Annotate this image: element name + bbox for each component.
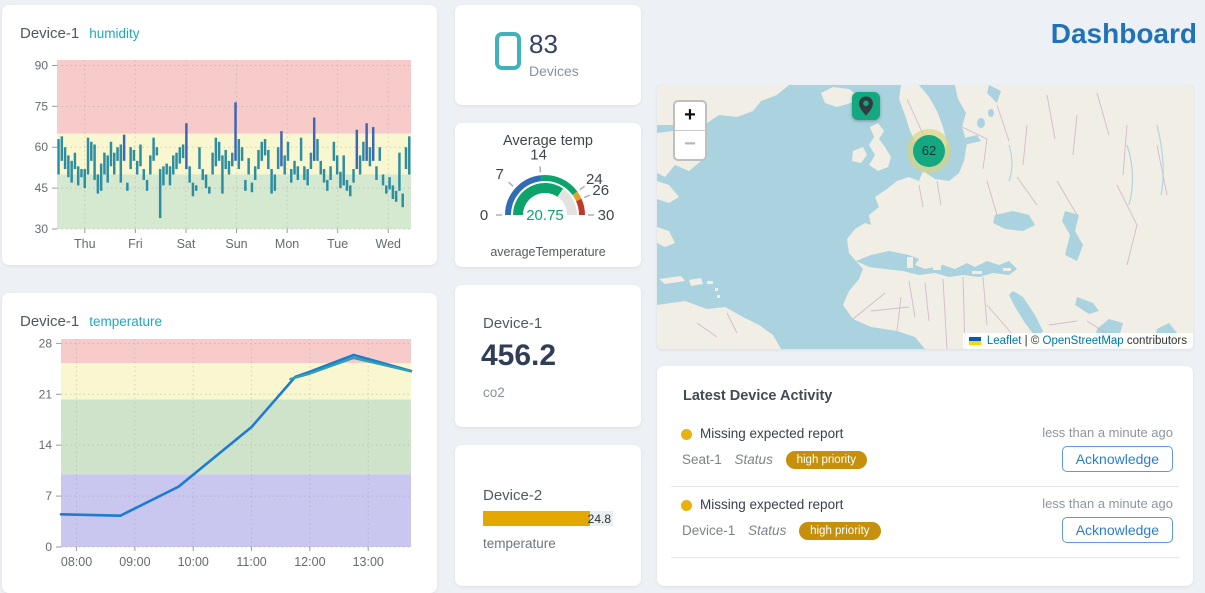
svg-text:Sat: Sat bbox=[177, 237, 196, 251]
co2-value-card: Device-1 456.2 co2 bbox=[455, 285, 641, 427]
alarm-time: less than a minute ago bbox=[1042, 425, 1173, 440]
svg-text:7: 7 bbox=[495, 166, 503, 183]
alarm-status-label: Status bbox=[748, 523, 786, 538]
zoom-in-button[interactable]: + bbox=[675, 102, 705, 130]
svg-text:45: 45 bbox=[35, 181, 49, 195]
device-tablet-icon bbox=[495, 32, 521, 70]
humidity-chart-card: Device-1 humidity 30 45 60 75 90 Thu Fri Sat Sun M… bbox=[2, 5, 437, 265]
device2-key-label: temperature bbox=[483, 536, 556, 551]
temperature-card-title: Device-1 temperature bbox=[20, 313, 162, 330]
co2-device-name: Device-1 bbox=[483, 315, 542, 332]
openstreetmap-link[interactable]: OpenStreetMap bbox=[1043, 335, 1124, 347]
row-divider bbox=[671, 486, 1179, 487]
svg-text:Fri: Fri bbox=[128, 237, 143, 251]
svg-text:7: 7 bbox=[45, 489, 52, 503]
svg-text:Wed: Wed bbox=[376, 237, 402, 251]
cluster-count: 62 bbox=[913, 135, 945, 167]
alarm-status-label: Status bbox=[735, 452, 773, 467]
series-label-humidity: humidity bbox=[89, 26, 139, 41]
temperature-chart: 0 7 14 21 28 08:00 09:00 10:00 11:00 12:00 13:00 bbox=[2, 333, 437, 586]
gauge-title: Average temp bbox=[455, 133, 641, 149]
svg-text:0: 0 bbox=[45, 540, 52, 554]
svg-text:0: 0 bbox=[480, 207, 488, 224]
dashboard-page: Device-1 humidity 30 45 60 75 90 Thu Fri Sat Sun M… bbox=[0, 0, 1205, 593]
svg-text:26: 26 bbox=[592, 182, 609, 199]
gauge-key-label: averageTemperature bbox=[455, 245, 641, 259]
severity-badge: high priority bbox=[786, 451, 867, 469]
svg-text:20.75: 20.75 bbox=[526, 207, 564, 224]
svg-text:08:00: 08:00 bbox=[61, 555, 92, 569]
map-marker-pin[interactable] bbox=[852, 92, 880, 120]
acknowledge-button[interactable]: Acknowledge bbox=[1062, 446, 1173, 472]
activity-row: Missing expected report less than a minu… bbox=[657, 489, 1193, 559]
device-map[interactable]: + − 62 Leaflet | © OpenStreetMap contrib… bbox=[657, 85, 1193, 349]
ukraine-flag-icon bbox=[969, 337, 981, 345]
svg-text:Mon: Mon bbox=[275, 237, 299, 251]
svg-text:28: 28 bbox=[39, 336, 53, 350]
svg-text:09:00: 09:00 bbox=[119, 555, 150, 569]
zoom-out-button[interactable]: − bbox=[675, 130, 705, 159]
device2-bar-fill bbox=[483, 511, 590, 526]
alarm-device-name: Seat-1 bbox=[682, 452, 722, 467]
devices-count: 83 bbox=[529, 29, 558, 60]
co2-value: 456.2 bbox=[481, 339, 556, 373]
activity-title: Latest Device Activity bbox=[683, 388, 832, 404]
svg-text:10:00: 10:00 bbox=[178, 555, 209, 569]
alarm-time: less than a minute ago bbox=[1042, 496, 1173, 511]
humidity-chart: 30 45 60 75 90 Thu Fri Sat Sun Mon Tue Wed bbox=[2, 45, 437, 268]
page-title: Dashboard bbox=[1051, 18, 1197, 50]
humidity-card-title: Device-1 humidity bbox=[20, 25, 139, 42]
activity-row: Missing expected report less than a minu… bbox=[657, 418, 1193, 488]
co2-key-label: co2 bbox=[483, 385, 505, 400]
attribution-separator: | bbox=[1025, 335, 1028, 347]
svg-text:90: 90 bbox=[35, 58, 49, 72]
map-cluster-marker[interactable]: 62 bbox=[907, 129, 951, 173]
alarm-details: Device-1 Status high priority bbox=[682, 522, 881, 540]
average-temp-gauge: 071424263020.75 bbox=[455, 149, 641, 245]
svg-text:60: 60 bbox=[35, 140, 49, 154]
svg-text:Sun: Sun bbox=[225, 237, 247, 251]
latest-device-activity-card: Latest Device Activity Missing expected … bbox=[657, 366, 1193, 586]
pin-icon bbox=[852, 92, 880, 120]
svg-text:75: 75 bbox=[35, 99, 49, 113]
map-attribution: Leaflet | © OpenStreetMap contributors bbox=[963, 333, 1193, 349]
devices-count-card: 83 Devices bbox=[455, 5, 641, 105]
attribution-copyright: © bbox=[1031, 335, 1039, 347]
device-name: Device-1 bbox=[20, 313, 79, 330]
average-temp-gauge-card: Average temp 071424263020.75 averageTemp… bbox=[455, 123, 641, 267]
svg-text:12:00: 12:00 bbox=[294, 555, 325, 569]
alarm-type: Missing expected report bbox=[700, 497, 843, 512]
row-divider bbox=[671, 557, 1179, 558]
alarm-severity-dot bbox=[681, 500, 692, 511]
device2-bar-value: 24.8 bbox=[588, 512, 611, 526]
devices-count-label: Devices bbox=[529, 63, 579, 79]
temperature-chart-card: Device-1 temperature 0 7 14 21 28 08:00 09:00 10… bbox=[2, 293, 437, 593]
alarm-type: Missing expected report bbox=[700, 426, 843, 441]
svg-text:30: 30 bbox=[598, 207, 615, 224]
leaflet-link[interactable]: Leaflet bbox=[987, 335, 1022, 347]
device-name: Device-1 bbox=[20, 25, 79, 42]
svg-text:14: 14 bbox=[530, 149, 547, 163]
map-zoom-control: + − bbox=[673, 100, 707, 161]
alarm-device-name: Device-1 bbox=[682, 523, 735, 538]
svg-text:13:00: 13:00 bbox=[353, 555, 384, 569]
svg-text:21: 21 bbox=[39, 387, 53, 401]
world-map-svg bbox=[657, 85, 1193, 349]
alarm-details: Seat-1 Status high priority bbox=[682, 451, 867, 469]
alarm-severity-dot bbox=[681, 429, 692, 440]
acknowledge-button[interactable]: Acknowledge bbox=[1062, 517, 1173, 543]
device2-bar-track: 24.8 bbox=[483, 511, 613, 526]
svg-text:Tue: Tue bbox=[327, 237, 348, 251]
svg-text:30: 30 bbox=[35, 222, 49, 236]
series-label-temperature: temperature bbox=[89, 314, 162, 329]
svg-text:14: 14 bbox=[39, 438, 53, 452]
severity-badge: high priority bbox=[799, 522, 880, 540]
device2-name: Device-2 bbox=[483, 487, 542, 504]
attribution-suffix: contributors bbox=[1127, 335, 1187, 347]
svg-text:Thu: Thu bbox=[74, 237, 96, 251]
svg-text:11:00: 11:00 bbox=[236, 555, 266, 569]
device2-temperature-card: Device-2 24.8 temperature bbox=[455, 445, 641, 586]
